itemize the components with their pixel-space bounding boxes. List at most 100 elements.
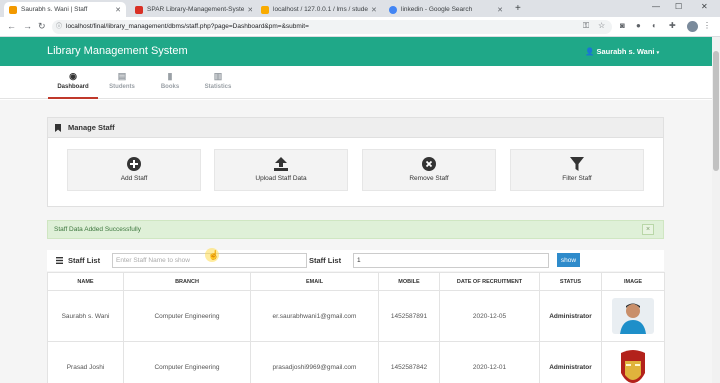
browser-tab-staff[interactable]: Saurabh s. Wani | Staff ✕ [4, 2, 126, 17]
menu-icon[interactable]: ⋮ [703, 21, 711, 30]
section-tabs: ◉ Dashboard ▤ Students ▮ Books ▥ Statist… [0, 66, 712, 99]
cell-mobile: 1452587891 [378, 290, 440, 342]
cell-image [601, 290, 665, 342]
close-tab-icon[interactable]: ✕ [494, 6, 503, 14]
mouse-cursor: ☝ [205, 248, 219, 262]
url-input[interactable]: ⓘ localhost/final/library_management/dbm… [52, 20, 612, 34]
column-header: IMAGE [601, 272, 665, 291]
github-icon[interactable]: ● [636, 21, 641, 30]
reload-icon[interactable]: ↻ [38, 21, 46, 32]
user-name: Saurabh s. Wani [596, 47, 655, 56]
user-icon: 👤 [585, 47, 595, 56]
filter-icon [570, 157, 584, 171]
bookmark-icon [55, 124, 61, 132]
browser-tab-title: Saurabh s. Wani | Staff [21, 6, 88, 13]
action-label: Filter Staff [562, 175, 592, 182]
gmail-icon [135, 5, 143, 14]
book-icon: ▮ [167, 71, 173, 81]
forward-icon[interactable]: → [23, 21, 32, 31]
cell-date: 2020-12-01 [439, 341, 540, 383]
remove-staff-button[interactable]: Remove Staff [362, 149, 496, 191]
panel-title: Manage Staff [68, 123, 115, 132]
table-header-row: NAME BRANCH EMAIL MOBILE DATE OF RECRUIT… [47, 272, 665, 291]
column-header: NAME [47, 272, 124, 291]
profile-avatar[interactable] [687, 21, 698, 32]
students-icon: ▤ [117, 71, 127, 81]
close-tab-icon[interactable]: ✕ [112, 6, 121, 14]
cell-status: Administrator [539, 290, 602, 342]
person-photo [612, 298, 654, 334]
show-button[interactable]: show [557, 253, 580, 267]
back-icon[interactable]: ← [7, 21, 16, 31]
add-staff-button[interactable]: Add Staff [67, 149, 201, 191]
maximize-icon[interactable]: ☐ [675, 2, 682, 11]
cell-status: Administrator [539, 341, 602, 383]
cell-name: Saurabh s. Wani [47, 290, 124, 342]
cell-image [601, 341, 665, 383]
tab-label: Books [160, 84, 180, 90]
camera-icon[interactable]: ◙ [620, 21, 625, 30]
browser-tab-google[interactable]: linkedin - Google Search ✕ [384, 2, 508, 17]
close-tab-icon[interactable]: ✕ [368, 6, 377, 14]
dashboard-icon: ◉ [69, 71, 77, 81]
puzzle-icon[interactable]: ✚ [669, 21, 676, 30]
list-icon [56, 257, 63, 264]
cell-branch: Computer Engineering [123, 341, 251, 383]
tab-books[interactable]: ▮ Books [145, 66, 195, 99]
new-tab-icon[interactable]: + [515, 3, 521, 14]
staff-photo [612, 298, 654, 334]
remove-circle-icon [422, 157, 436, 171]
extension-icon[interactable]: ◐ [652, 21, 657, 30]
upload-staff-button[interactable]: Upload Staff Data [214, 149, 348, 191]
bar-chart-icon: ▥ [213, 71, 223, 81]
table-row[interactable]: Saurabh s. Wani Computer Engineering er.… [47, 290, 665, 342]
close-tab-icon[interactable]: ✕ [244, 6, 252, 14]
browser-tab-title: linkedin - Google Search [401, 6, 473, 13]
scrollbar-thumb[interactable] [713, 51, 719, 171]
minimize-icon[interactable]: — [652, 2, 660, 11]
browser-tab-title: SPAR Library-Management-Syste [147, 6, 245, 13]
column-header: MOBILE [378, 272, 440, 291]
app-navbar: Library Management System 👤 Saurabh s. W… [0, 37, 712, 66]
action-label: Remove Staff [409, 175, 449, 182]
cell-email: er.saurabhwani1@gmail.com [250, 290, 379, 342]
alert-close-button[interactable]: × [642, 224, 654, 235]
tab-label: Statistics [204, 84, 232, 90]
brand-title[interactable]: Library Management System [47, 45, 188, 57]
caret-down-icon: ▾ [656, 50, 660, 56]
tab-dashboard[interactable]: ◉ Dashboard [48, 66, 98, 99]
tab-statistics[interactable]: ▥ Statistics [193, 66, 243, 99]
column-header: EMAIL [250, 272, 379, 291]
panel-header: Manage Staff [48, 118, 663, 138]
upload-icon [274, 157, 288, 171]
tab-label: Dashboard [57, 84, 89, 90]
column-header: BRANCH [123, 272, 251, 291]
ironman-photo [612, 349, 654, 383]
cell-date: 2020-12-05 [439, 290, 540, 342]
staff-list-label: Staff List [309, 256, 342, 265]
staff-list-header: Staff List Staff List show [47, 250, 664, 271]
tab-students[interactable]: ▤ Students [97, 66, 147, 99]
user-menu[interactable]: 👤 Saurabh s. Wani ▾ [585, 47, 659, 56]
action-label: Add Staff [120, 175, 148, 182]
star-icon[interactable]: ☆ [598, 21, 605, 30]
filter-staff-button[interactable]: Filter Staff [510, 149, 644, 191]
hand-cursor-icon: ☝ [208, 250, 220, 260]
table-row[interactable]: Prasad Joshi Computer Engineering prasad… [47, 341, 665, 383]
info-icon: ⓘ [56, 24, 63, 30]
browser-tab-title: localhost / 127.0.0.1 / lms / stude [273, 6, 369, 13]
close-window-icon[interactable]: ✕ [701, 2, 708, 11]
google-icon [389, 5, 397, 14]
page-scrollbar[interactable] [712, 37, 720, 383]
address-bar: ← → ↻ ⓘ localhost/final/library_manageme… [0, 17, 720, 37]
url-text: localhost/final/library_management/dbms/… [66, 23, 309, 30]
cell-email: prasadjoshi9969@gmail.com [250, 341, 379, 383]
key-icon[interactable]: ⚿ [583, 21, 589, 31]
manage-staff-panel: Manage Staff Add Staff Upload Staff Data… [47, 117, 664, 207]
alert-message: Staff Data Added Successfully [54, 226, 141, 233]
favicon-icon [261, 5, 269, 14]
browser-tab-bar: Saurabh s. Wani | Staff ✕ SPAR Library-M… [0, 0, 720, 17]
page-number-input[interactable] [353, 253, 549, 268]
browser-tab-spar[interactable]: SPAR Library-Management-Syste ✕ [130, 2, 252, 17]
browser-tab-phpmyadmin[interactable]: localhost / 127.0.0.1 / lms / stude ✕ [256, 2, 380, 17]
